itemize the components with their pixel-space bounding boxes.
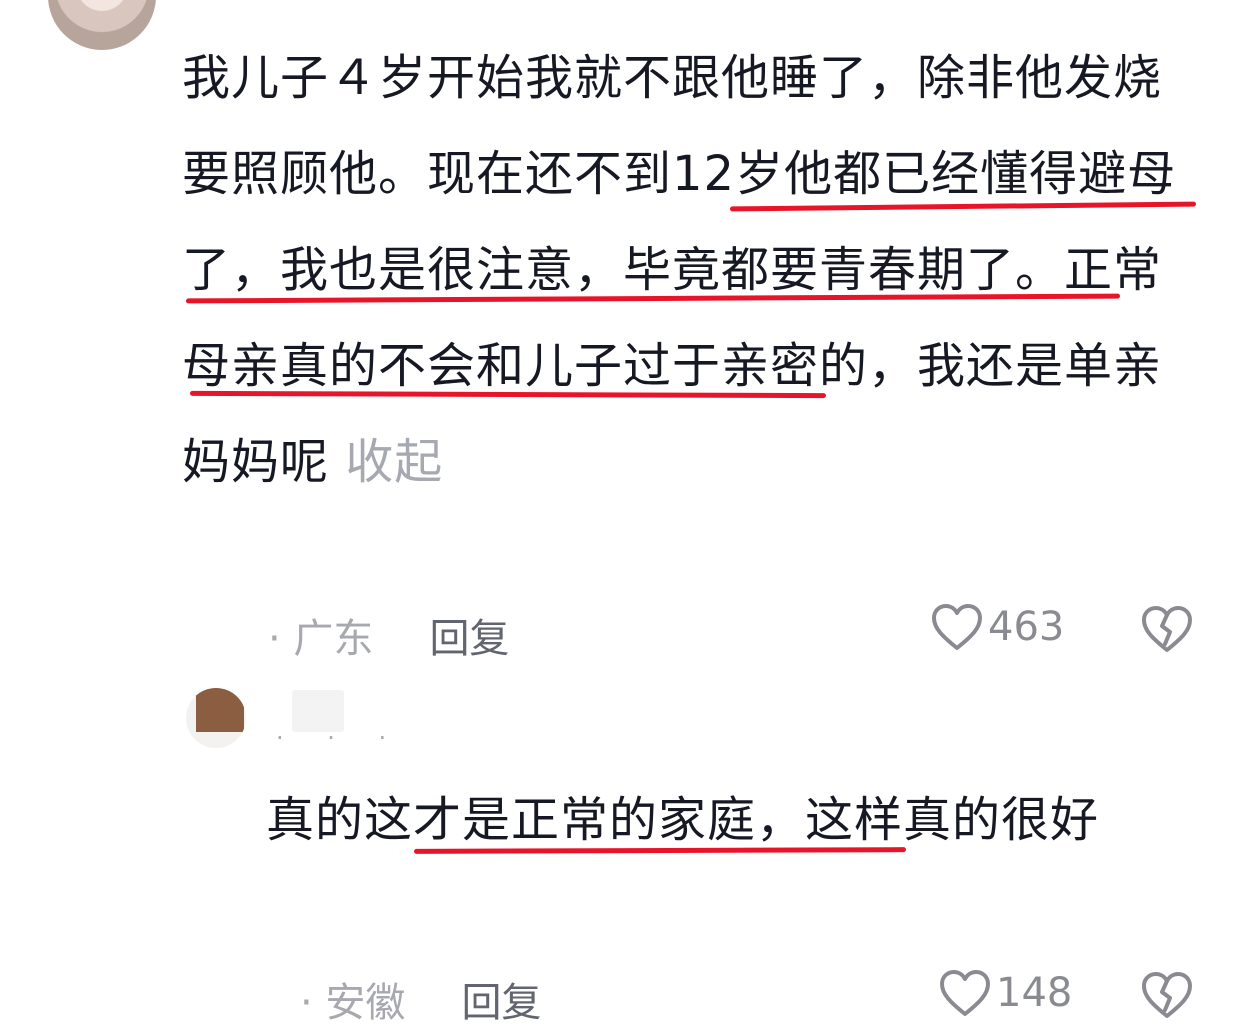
reply-text-highlighted: 这才是正常的家庭， <box>364 792 806 848</box>
reply-location: · 安徽 <box>300 980 406 1026</box>
like-button[interactable]: 463 <box>930 602 1064 652</box>
like-count: 148 <box>996 970 1073 1016</box>
reply-text-part-2: 这样真的很好 <box>805 792 1100 848</box>
reply-text-part-1: 真的 <box>266 792 365 848</box>
reply-username-dots: · · · <box>276 724 405 752</box>
comment-meta: · 广东 回复 <box>268 606 509 664</box>
like-count: 463 <box>988 604 1065 650</box>
heart-icon <box>932 604 982 650</box>
reply-text: 真的这才是正常的家庭，这样真的很好 <box>266 772 1206 868</box>
reply-button[interactable]: 回复 <box>461 970 541 1028</box>
broken-heart-icon[interactable] <box>1140 604 1194 654</box>
comment-text: 我儿子４岁开始我就不跟他睡了，除非他发烧要照顾他。现在还不到12岁他都已经懂得避… <box>182 30 1192 510</box>
like-button[interactable]: 148 <box>938 968 1072 1018</box>
comment-location: · 广东 <box>268 616 374 662</box>
reply-button[interactable]: 回复 <box>429 606 509 664</box>
heart-icon <box>940 970 990 1016</box>
commenter-avatar[interactable] <box>48 0 156 50</box>
reply-meta: · 安徽 回复 <box>300 970 541 1028</box>
broken-heart-icon[interactable] <box>1140 970 1194 1020</box>
collapse-link[interactable]: 收起 <box>345 434 443 490</box>
reply-avatar[interactable] <box>186 688 246 748</box>
